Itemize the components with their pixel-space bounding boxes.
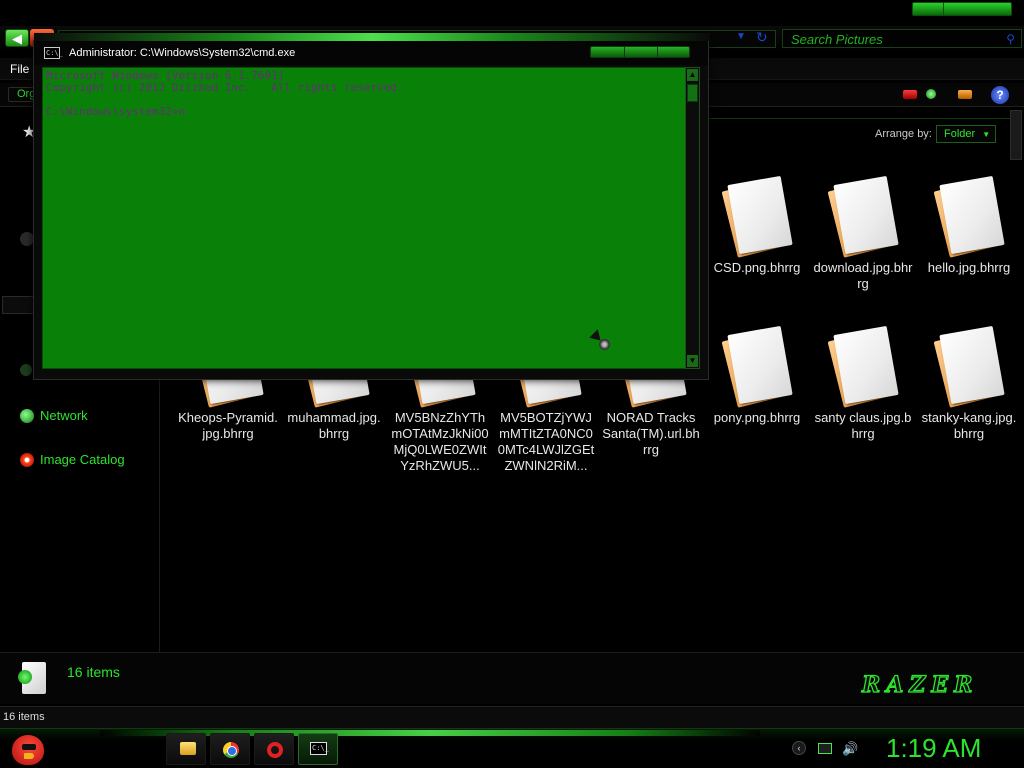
arrow-left-icon: ◀: [12, 31, 22, 46]
console-text: Microsoft Windows [Version 6.1.7601] Cop…: [46, 69, 404, 118]
document-icon: [933, 325, 1005, 408]
sidebar-item-label: Image Catalog: [40, 452, 125, 467]
cmd-window-controls[interactable]: [590, 46, 690, 58]
status-item-count: 16 items: [3, 711, 45, 723]
document-icon: [933, 175, 1005, 258]
file-name: hello.jpg.bhrrg: [927, 260, 1011, 275]
file-name: MV5BNzZhYThmOTAtMzJkNi00MjQ0LWE0ZWItYzRh…: [391, 410, 489, 473]
refresh-icon[interactable]: ↻: [756, 29, 768, 46]
scroll-down-icon[interactable]: ▼: [687, 355, 698, 367]
chevron-down-icon: ▼: [982, 130, 991, 139]
content-scrollbar[interactable]: [1010, 110, 1022, 160]
opera-icon: [267, 742, 283, 758]
window-controls[interactable]: [912, 2, 1012, 16]
file-item[interactable]: pony.png.bhrrg: [707, 325, 807, 426]
console-output[interactable]: Microsoft Windows [Version 6.1.7601] Cop…: [42, 67, 686, 369]
document-icon: [827, 175, 899, 258]
scroll-thumb[interactable]: [687, 84, 698, 102]
status-bar: 16 items: [0, 706, 1024, 728]
search-placeholder: Search Pictures: [791, 32, 883, 47]
file-name: santy claus.jpg.bhrrg: [814, 410, 912, 441]
libraries-icon[interactable]: [20, 232, 34, 246]
menu-file[interactable]: File: [10, 62, 29, 76]
folder-icon: [180, 742, 196, 755]
cmd-title: Administrator: C:\Windows\System32\cmd.e…: [69, 47, 296, 59]
volume-icon[interactable]: 🔊: [842, 741, 858, 757]
file-name: pony.png.bhrrg: [713, 410, 801, 425]
mouse-cursor-icon: [592, 331, 614, 353]
clock[interactable]: 1:19 AM: [886, 733, 981, 764]
cmd-window[interactable]: C:\_ Administrator: C:\Windows\System32\…: [33, 33, 710, 380]
taskbar-explorer-button[interactable]: [166, 733, 206, 765]
file-item[interactable]: hello.jpg.bhrrg: [919, 175, 1019, 276]
details-item-count: 16 items: [67, 664, 120, 680]
tray-expand-icon[interactable]: ‹: [792, 741, 806, 755]
document-icon: [827, 325, 899, 408]
cmd-title-bar[interactable]: C:\_ Administrator: C:\Windows\System32\…: [34, 41, 708, 65]
file-item[interactable]: santy claus.jpg.bhrrg: [813, 325, 913, 442]
arrange-by-dropdown[interactable]: Folder ▼: [936, 125, 996, 143]
file-item[interactable]: CSD.png.bhrrg: [707, 175, 807, 276]
taskbar-chrome-button[interactable]: [210, 733, 250, 765]
sidebar-item-network[interactable]: Network: [20, 408, 88, 423]
file-item[interactable]: stanky-kang.jpg.bhrrg: [919, 325, 1019, 442]
view-options-icon[interactable]: [958, 90, 972, 99]
cmd-icon: C:\_: [44, 47, 63, 59]
search-input[interactable]: Search Pictures ⚲: [782, 29, 1022, 48]
slideshow-icon[interactable]: [903, 90, 917, 99]
cmd-icon: C:\_: [310, 742, 329, 755]
file-name: NORAD Tracks Santa(TM).url.bhrrg: [602, 410, 700, 457]
search-icon[interactable]: ⚲: [1006, 32, 1015, 46]
taskbar-cmd-button[interactable]: C:\_: [298, 733, 338, 765]
cmd-accent-strip: [34, 33, 710, 41]
back-button[interactable]: ◀: [5, 29, 29, 47]
help-icon[interactable]: ?: [991, 86, 1009, 104]
file-name: MV5BOTZjYWJmMTItZTA0NC00MTc4LWJlZGEtZWNl…: [497, 410, 595, 473]
taskbar-opera-button[interactable]: [254, 733, 294, 765]
file-name: CSD.png.bhrrg: [713, 260, 801, 275]
razer-logo: RAZER: [861, 671, 979, 698]
address-dropdown-icon[interactable]: ▼: [736, 31, 746, 42]
cmd-scrollbar[interactable]: ▲ ▼: [685, 67, 700, 369]
folder-details-icon: [18, 662, 46, 694]
arrange-by-label: Arrange by:: [875, 128, 932, 140]
angry-bird-icon: [12, 735, 44, 765]
file-name: Kheops-Pyramid.jpg.bhrrg: [178, 410, 278, 441]
document-icon: [721, 175, 793, 258]
homegroup-icon[interactable]: [20, 364, 32, 376]
file-item[interactable]: download.jpg.bhrrg: [813, 175, 913, 292]
image-catalog-icon: [20, 452, 34, 467]
file-name: stanky-kang.jpg.bhrrg: [921, 410, 1017, 441]
document-icon: [721, 325, 793, 408]
arrange-by-value: Folder: [944, 128, 976, 140]
start-button[interactable]: [8, 731, 48, 767]
action-center-icon[interactable]: [818, 743, 832, 754]
sidebar-item-label: Network: [40, 408, 88, 423]
chrome-icon: [223, 742, 239, 758]
file-name: muhammad.jpg.bhrrg: [287, 410, 381, 441]
file-name: download.jpg.bhrrg: [813, 260, 913, 291]
scroll-up-icon[interactable]: ▲: [687, 69, 698, 81]
sidebar-item-image-catalog[interactable]: Image Catalog: [20, 452, 125, 467]
network-icon: [20, 408, 34, 423]
new-folder-icon[interactable]: [926, 89, 936, 99]
